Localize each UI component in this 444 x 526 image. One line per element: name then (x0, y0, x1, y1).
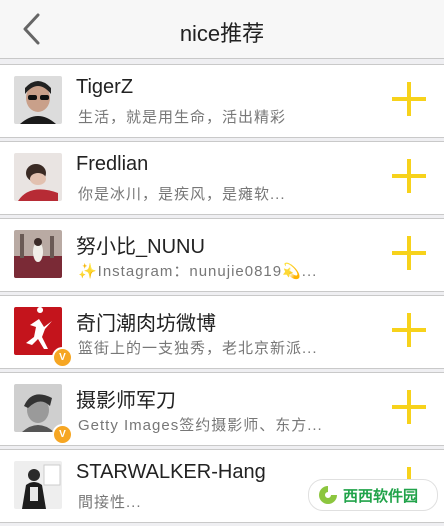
verified-badge-icon: V (52, 424, 73, 445)
list-item[interactable]: 努小比_NUNU ✨Instagram：nunujie0819💫... (0, 218, 444, 292)
list-item[interactable]: V 奇门潮肉坊微博 篮街上的一支独秀，老北京新派... (0, 295, 444, 369)
user-description: 你是冰川，是疾风，是瘫软... (78, 186, 286, 203)
list-item[interactable]: V 摄影师军刀 Getty Images签约摄影师、东方... (0, 372, 444, 446)
follow-plus-icon[interactable] (392, 159, 426, 193)
user-name: 努小比_NUNU (76, 236, 205, 258)
user-name: STARWALKER-Hang (76, 461, 266, 483)
follow-plus-icon[interactable] (392, 236, 426, 270)
user-name: Fredlian (76, 153, 149, 175)
follow-plus-icon[interactable] (392, 390, 426, 424)
watermark-text: 西西软件园 (343, 488, 419, 505)
list-item[interactable]: TigerZ 生活，就是用生命，活出精彩 (0, 64, 444, 138)
follow-plus-icon[interactable] (392, 313, 426, 347)
user-name: TigerZ (76, 76, 134, 98)
user-name: 摄影师军刀 (76, 390, 176, 412)
user-description: Getty Images签约摄影师、东方... (78, 417, 323, 434)
avatar[interactable] (14, 461, 62, 509)
user-description: ✨Instagram：nunujie0819💫... (78, 263, 318, 280)
avatar[interactable] (14, 230, 62, 278)
avatar[interactable] (14, 76, 62, 124)
watermark-logo: 西西软件园 (308, 479, 438, 511)
user-list: TigerZ 生活，就是用生命，活出精彩 Fredlian 你是冰川，是疾风，是… (0, 64, 444, 526)
user-description: 篮街上的一支独秀，老北京新派... (78, 340, 318, 357)
user-name: 奇门潮肉坊微博 (76, 313, 216, 335)
avatar[interactable] (14, 153, 62, 201)
user-description: 間接性... (78, 494, 142, 511)
nav-bar: nice推荐 (0, 0, 444, 59)
page-title: nice推荐 (179, 21, 265, 46)
list-item[interactable]: Fredlian 你是冰川，是疾风，是瘫软... (0, 141, 444, 215)
avatar[interactable] (14, 384, 62, 432)
avatar[interactable] (14, 307, 62, 355)
verified-badge-icon: V (52, 347, 73, 368)
user-description: 生活，就是用生命，活出精彩 (78, 109, 287, 126)
watermark-logo-icon (319, 486, 337, 504)
follow-plus-icon[interactable] (392, 82, 426, 116)
